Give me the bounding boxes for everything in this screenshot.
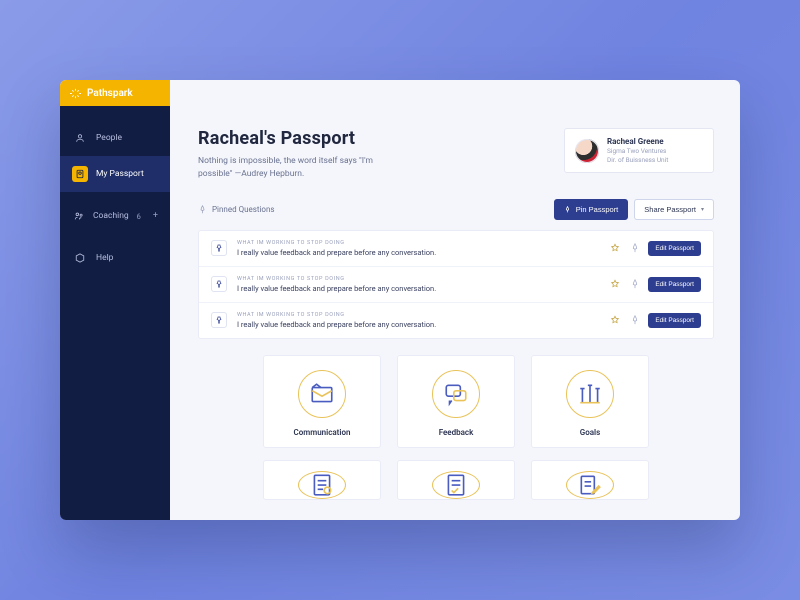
row-actions: Edit Passport: [608, 241, 701, 256]
sidebar-item-people[interactable]: People: [60, 120, 170, 156]
toolbar: Pinned Questions Pin Passport Share Pass…: [198, 199, 714, 220]
category-card-feedback[interactable]: Feedback: [397, 355, 515, 448]
star-icon[interactable]: [608, 313, 622, 327]
chevron-down-icon: ▾: [701, 206, 704, 213]
category-cards: Communication Feedback Goals: [198, 355, 714, 448]
brand-name: Pathspark: [87, 88, 133, 99]
app-window: Pathspark People My Passport Coaching: [60, 80, 740, 520]
category-card-communication[interactable]: Communication: [263, 355, 381, 448]
pin-passport-button[interactable]: Pin Passport: [554, 199, 629, 220]
passport-icon: [72, 166, 88, 182]
pin-badge-icon: [211, 240, 227, 256]
profile-role: Dir. of Buissness Unit: [607, 156, 668, 164]
main-content: Racheal's Passport Nothing is impossible…: [170, 106, 740, 520]
goals-icon: [566, 370, 614, 418]
document-icon: [298, 471, 346, 499]
question-body: I really value feedback and prepare befo…: [237, 284, 598, 293]
category-card[interactable]: [531, 460, 649, 500]
pin-icon: [198, 205, 207, 214]
title-block: Racheal's Passport Nothing is impossible…: [198, 128, 408, 181]
pin-badge-icon: [211, 276, 227, 292]
category-card[interactable]: [397, 460, 515, 500]
page-header: Racheal's Passport Nothing is impossible…: [198, 128, 714, 181]
help-icon: [72, 250, 88, 266]
question-kicker: WHAT IM WORKING TO STOP DOING: [237, 312, 598, 318]
profile-card[interactable]: Racheal Greene Sigma Two Ventures Dir. o…: [564, 128, 714, 173]
pin-badge-icon: [211, 312, 227, 328]
category-card[interactable]: [263, 460, 381, 500]
plus-icon: +: [153, 211, 158, 221]
sidebar-item-label: Coaching: [93, 211, 129, 221]
star-icon[interactable]: [608, 277, 622, 291]
profile-company: Sigma Two Ventures: [607, 147, 668, 155]
toolbar-buttons: Pin Passport Share Passport ▾: [554, 199, 714, 220]
question-text: WHAT IM WORKING TO STOP DOING I really v…: [237, 276, 598, 293]
pinned-question-row: WHAT IM WORKING TO STOP DOING I really v…: [199, 267, 713, 303]
question-body: I really value feedback and prepare befo…: [237, 320, 598, 329]
avatar: [575, 139, 599, 163]
coaching-count-badge: 6: [137, 212, 141, 221]
profile-text: Racheal Greene Sigma Two Ventures Dir. o…: [607, 137, 668, 164]
edit-passport-button[interactable]: Edit Passport: [648, 241, 701, 256]
pin-button-label: Pin Passport: [576, 205, 619, 214]
category-card-goals[interactable]: Goals: [531, 355, 649, 448]
question-body: I really value feedback and prepare befo…: [237, 248, 598, 257]
brand-bar: Pathspark: [60, 80, 170, 106]
row-actions: Edit Passport: [608, 277, 701, 292]
pinned-question-row: WHAT IM WORKING TO STOP DOING I really v…: [199, 303, 713, 338]
communication-icon: [298, 370, 346, 418]
pin-icon[interactable]: [628, 277, 642, 291]
share-button-label: Share Passport: [644, 205, 696, 214]
app-body: People My Passport Coaching 6 +: [60, 106, 740, 520]
sidebar-item-coaching[interactable]: Coaching 6 +: [60, 198, 170, 234]
profile-name: Racheal Greene: [607, 137, 668, 146]
question-kicker: WHAT IM WORKING TO STOP DOING: [237, 240, 598, 246]
pinned-questions-label: Pinned Questions: [198, 205, 275, 214]
coaching-icon: [72, 208, 85, 224]
pinned-label-text: Pinned Questions: [212, 205, 275, 214]
category-cards-row-2: [198, 460, 714, 500]
edit-document-icon: [566, 471, 614, 499]
star-icon[interactable]: [608, 241, 622, 255]
page-subtitle: Nothing is impossible, the word itself s…: [198, 155, 408, 181]
share-passport-button[interactable]: Share Passport ▾: [634, 199, 714, 220]
edit-passport-button[interactable]: Edit Passport: [648, 277, 701, 292]
document-check-icon: [432, 471, 480, 499]
people-icon: [72, 130, 88, 146]
category-label: Communication: [294, 428, 351, 437]
pin-icon[interactable]: [628, 241, 642, 255]
row-actions: Edit Passport: [608, 313, 701, 328]
edit-passport-button[interactable]: Edit Passport: [648, 313, 701, 328]
pinned-questions-list: WHAT IM WORKING TO STOP DOING I really v…: [198, 230, 714, 339]
sidebar-item-label: People: [96, 133, 122, 143]
pin-icon: [564, 206, 571, 213]
page-title: Racheal's Passport: [198, 128, 408, 149]
sidebar-item-label: My Passport: [96, 169, 144, 179]
sidebar-item-label: Help: [96, 253, 113, 263]
question-text: WHAT IM WORKING TO STOP DOING I really v…: [237, 240, 598, 257]
sidebar-item-help[interactable]: Help: [60, 240, 170, 276]
category-label: Feedback: [439, 428, 474, 437]
sidebar-item-my-passport[interactable]: My Passport: [60, 156, 170, 192]
category-label: Goals: [580, 428, 600, 437]
feedback-icon: [432, 370, 480, 418]
pinned-question-row: WHAT IM WORKING TO STOP DOING I really v…: [199, 231, 713, 267]
question-text: WHAT IM WORKING TO STOP DOING I really v…: [237, 312, 598, 329]
sidebar: People My Passport Coaching 6 +: [60, 106, 170, 520]
pin-icon[interactable]: [628, 313, 642, 327]
spark-icon: [70, 88, 81, 99]
question-kicker: WHAT IM WORKING TO STOP DOING: [237, 276, 598, 282]
